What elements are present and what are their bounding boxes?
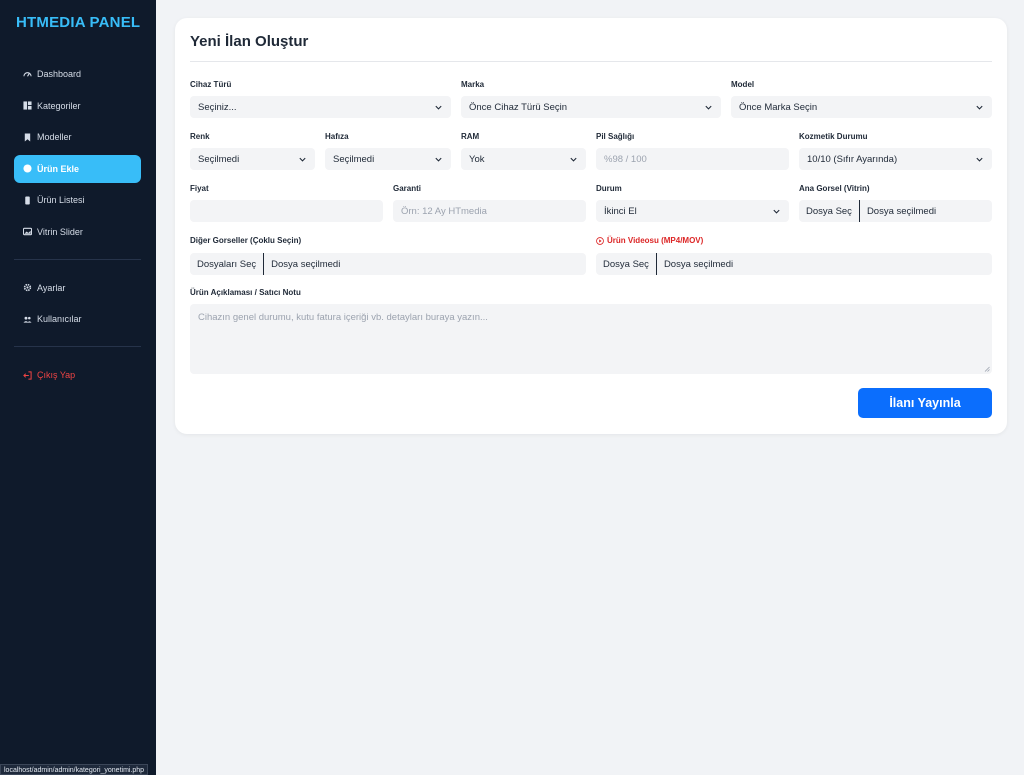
sidebar: HTMEDIA PANEL Dashboard Kategoriler Mode…: [0, 0, 156, 775]
kozmetik-label: Kozmetik Durumu: [799, 132, 868, 141]
gauge-icon: [23, 71, 32, 77]
sidebar-item-modeller[interactable]: Modeller: [14, 123, 141, 151]
model-value: Önce Marka Seçin: [739, 101, 818, 113]
sidebar-item-kullanicilar[interactable]: Kullanıcılar: [14, 305, 141, 333]
pil-sagligi-label: Pil Sağlığı: [596, 132, 635, 141]
durum-value: İkinci El: [604, 205, 637, 217]
status-bar-url: localhost/admin/admin/kategori_yonetimi.…: [0, 764, 149, 775]
image-icon: [23, 227, 32, 236]
grid-icon: [23, 101, 32, 110]
chevron-down-icon: [976, 105, 983, 110]
play-circle-icon: [596, 236, 604, 245]
chevron-down-icon: [570, 157, 577, 162]
model-label: Model: [731, 80, 755, 89]
renk-select[interactable]: Seçilmedi: [190, 148, 315, 170]
chevron-down-icon: [773, 209, 780, 214]
sidebar-divider: [14, 346, 141, 347]
sidebar-item-label: Ayarlar: [37, 282, 66, 293]
renk-label: Renk: [190, 132, 210, 141]
kozmetik-select[interactable]: 10/10 (Sıfır Ayarında): [799, 148, 992, 170]
hafiza-select[interactable]: Seçilmedi: [325, 148, 451, 170]
sidebar-item-label: Ürün Ekle: [37, 163, 80, 174]
chevron-down-icon: [435, 105, 442, 110]
sidebar-item-dashboard[interactable]: Dashboard: [14, 60, 141, 88]
chevron-down-icon: [435, 157, 442, 162]
ana-gorsel-choose-button[interactable]: Dosya Seç: [799, 200, 860, 222]
brand-logo[interactable]: HTMEDIA PANEL: [16, 14, 140, 31]
logout-link[interactable]: Çıkış Yap: [14, 361, 141, 389]
chevron-down-icon: [976, 157, 983, 162]
phone-icon: [25, 195, 30, 205]
gear-icon: [23, 283, 32, 292]
garanti-input[interactable]: Örn: 12 Ay HTmedia: [393, 200, 586, 222]
page-title: Yeni İlan Oluştur: [190, 33, 309, 50]
marka-value: Önce Cihaz Türü Seçin: [469, 101, 568, 113]
diger-gorseller-label: Diğer Gorseller (Çoklu Seçin): [190, 236, 302, 245]
renk-value: Seçilmedi: [198, 153, 240, 165]
marka-select[interactable]: Önce Cihaz Türü Seçin: [461, 96, 721, 118]
sidebar-nav: Dashboard Kategoriler Modeller Ürün Ekle…: [14, 60, 141, 393]
logout-icon: [23, 370, 32, 380]
hafiza-value: Seçilmedi: [333, 153, 375, 165]
fiyat-input[interactable]: [190, 200, 383, 222]
sidebar-item-label: Modeller: [37, 132, 72, 142]
sidebar-item-label: Kategoriler: [37, 100, 81, 111]
ram-label: RAM: [461, 132, 480, 141]
garanti-label: Garanti: [393, 184, 422, 193]
kozmetik-value: 10/10 (Sıfır Ayarında): [807, 153, 898, 165]
aciklama-label: Ürün Açıklaması / Satıcı Notu: [190, 288, 301, 297]
bookmark-icon: [24, 132, 31, 142]
pil-sagligi-input[interactable]: %98 / 100: [596, 148, 789, 170]
sidebar-item-vitrin-slider[interactable]: Vitrin Slider: [14, 218, 141, 246]
ram-select[interactable]: Yok: [461, 148, 586, 170]
model-select[interactable]: Önce Marka Seçin: [731, 96, 992, 118]
chevron-down-icon: [705, 105, 712, 110]
resize-grip-icon[interactable]: [984, 366, 990, 372]
ana-gorsel-file-name: Dosya seçilmedi: [866, 205, 937, 217]
pil-sagligi-placeholder: %98 / 100: [604, 153, 647, 165]
title-divider: [190, 61, 992, 62]
video-file-input[interactable]: Dosya Seç Dosya seçilmedi: [596, 253, 992, 275]
hafiza-label: Hafıza: [325, 132, 349, 141]
new-listing-card: Yeni İlan Oluştur Cihaz Türü Seçiniz... …: [175, 18, 1007, 434]
cihaz-turu-select[interactable]: Seçiniz...: [190, 96, 451, 118]
video-label: Ürün Videosu (MP4/MOV): [596, 236, 703, 245]
sidebar-item-kategoriler[interactable]: Kategoriler: [14, 92, 141, 120]
plus-circle-icon: [23, 164, 32, 173]
diger-gorseller-file-input[interactable]: Dosyaları Seç Dosya seçilmedi: [190, 253, 586, 275]
sidebar-divider: [14, 258, 141, 260]
sidebar-item-urun-ekle[interactable]: Ürün Ekle: [14, 154, 141, 183]
diger-gorseller-choose-button[interactable]: Dosyaları Seç: [190, 253, 265, 275]
users-icon: [23, 316, 32, 323]
durum-select[interactable]: İkinci El: [596, 200, 789, 222]
video-label-text: Ürün Videosu (MP4/MOV): [607, 236, 704, 245]
chevron-down-icon: [299, 157, 306, 162]
publish-button[interactable]: İlanı Yayınla: [858, 388, 992, 418]
aciklama-textarea[interactable]: Cihazın genel durumu, kutu fatura içeriğ…: [190, 304, 992, 374]
ana-gorsel-label: Ana Gorsel (Vitrin): [799, 184, 870, 193]
sidebar-item-ayarlar[interactable]: Ayarlar: [14, 274, 141, 302]
sidebar-item-label: Ürün Listesi: [37, 195, 85, 205]
video-choose-button[interactable]: Dosya Seç: [596, 253, 657, 275]
logout-label: Çıkış Yap: [37, 370, 76, 380]
diger-gorseller-file-name: Dosya seçilmedi: [271, 258, 341, 270]
sidebar-item-label: Vitrin Slider: [37, 226, 83, 237]
video-file-name: Dosya seçilmedi: [663, 258, 734, 270]
sidebar-item-label: Dashboard: [37, 69, 82, 79]
cihaz-turu-value: Seçiniz...: [198, 101, 237, 113]
sidebar-item-urun-listesi[interactable]: Ürün Listesi: [14, 186, 141, 214]
aciklama-placeholder: Cihazın genel durumu, kutu fatura içeriğ…: [198, 312, 488, 323]
sidebar-item-label: Kullanıcılar: [37, 314, 82, 324]
cihaz-turu-label: Cihaz Türü: [190, 80, 232, 89]
garanti-placeholder: Örn: 12 Ay HTmedia: [401, 205, 487, 217]
fiyat-label: Fiyat: [190, 184, 209, 193]
durum-label: Durum: [596, 184, 622, 193]
marka-label: Marka: [461, 80, 485, 89]
ram-value: Yok: [469, 153, 485, 165]
ana-gorsel-file-input[interactable]: Dosya Seç Dosya seçilmedi: [799, 200, 992, 222]
